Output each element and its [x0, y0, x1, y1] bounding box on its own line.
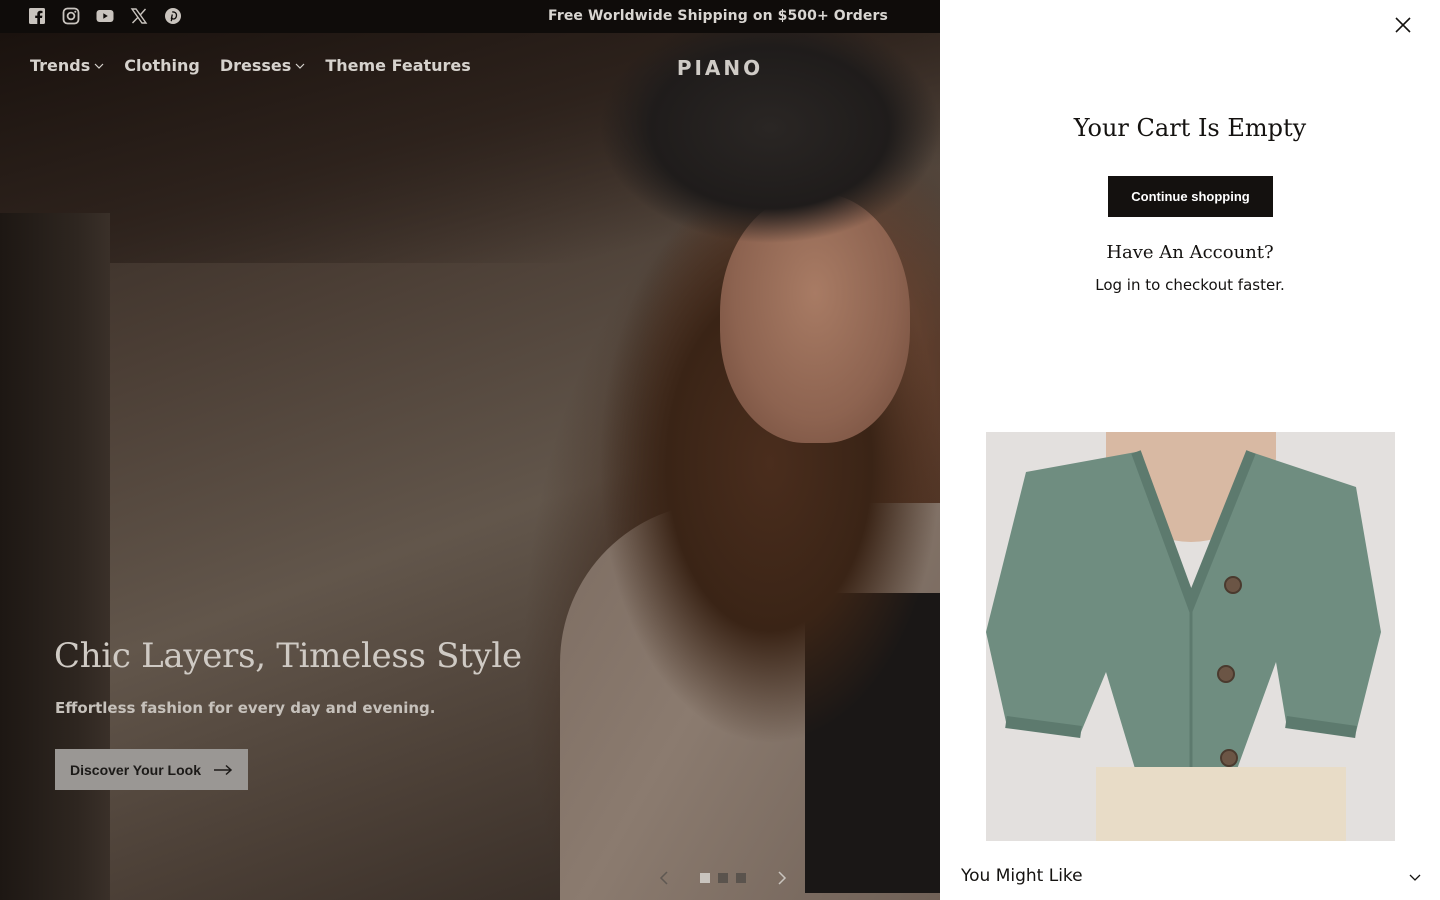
hero-title: Chic Layers, Timeless Style — [54, 636, 522, 676]
cart-empty-title: Your Cart Is Empty — [1073, 114, 1307, 142]
slide-dot[interactable] — [700, 873, 710, 883]
arrow-right-icon — [213, 764, 233, 775]
slide-dot[interactable] — [736, 873, 746, 883]
slide-dot[interactable] — [718, 873, 728, 883]
chevron-down-icon — [295, 63, 305, 69]
product-button-detail — [1224, 576, 1242, 594]
discover-look-label: Discover Your Look — [70, 761, 201, 778]
nav-item-trends[interactable]: Trends — [30, 56, 104, 75]
hero-subtitle: Effortless fashion for every day and eve… — [55, 699, 436, 717]
you-might-like-toggle[interactable] — [1409, 872, 1421, 882]
nav-item-clothing[interactable]: Clothing — [124, 56, 200, 75]
login-link[interactable]: Log in — [1095, 276, 1140, 294]
hero-image-door — [0, 213, 110, 900]
close-cart-button[interactable] — [1393, 15, 1413, 35]
cart-drawer: Your Cart Is Empty Continue shopping Hav… — [940, 0, 1440, 900]
slider-controls — [654, 868, 792, 888]
nav-item-theme-features[interactable]: Theme Features — [325, 56, 470, 75]
product-button-detail — [1217, 665, 1235, 683]
chevron-down-icon — [1409, 874, 1421, 881]
chevron-down-icon — [94, 63, 104, 69]
product-image-cardigan — [986, 450, 1381, 777]
continue-shopping-button[interactable]: Continue shopping — [1108, 176, 1273, 217]
nav-item-dresses[interactable]: Dresses — [220, 56, 305, 75]
slide-dots — [700, 873, 746, 883]
slide-prev-button[interactable] — [654, 868, 674, 888]
recommended-product-image[interactable] — [986, 432, 1395, 841]
site-logo[interactable]: PIANO — [664, 56, 776, 80]
product-button-detail — [1220, 749, 1238, 767]
login-prompt: Log in to checkout faster. — [940, 276, 1440, 294]
you-might-like-heading[interactable]: You Might Like — [961, 866, 1083, 886]
nav-label: Theme Features — [325, 56, 471, 75]
account-title: Have An Account? — [1106, 242, 1274, 263]
nav-label: Dresses — [219, 56, 292, 75]
main-nav: Trends Clothing Dresses Theme Features — [30, 56, 471, 75]
nav-label: Clothing — [124, 56, 200, 75]
close-icon — [1395, 17, 1411, 33]
discover-look-button[interactable]: Discover Your Look — [55, 749, 248, 790]
chevron-right-icon — [778, 871, 787, 885]
product-image-pants — [1096, 767, 1346, 841]
login-prompt-suffix: to checkout faster. — [1140, 276, 1285, 294]
chevron-left-icon — [659, 871, 668, 885]
slide-next-button[interactable] — [772, 868, 792, 888]
nav-label: Trends — [30, 56, 91, 75]
